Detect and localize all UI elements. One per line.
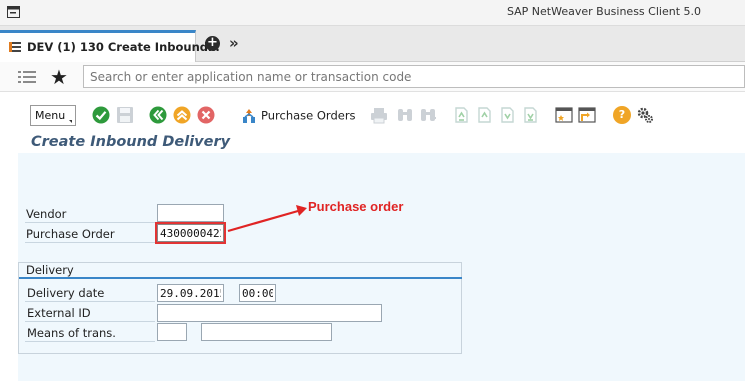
vendor-label: Vendor xyxy=(26,207,67,221)
vendor-label-underline xyxy=(25,222,155,223)
tab-label: DEV (1) 130 Create Inbound… xyxy=(27,40,220,54)
print-icon[interactable] xyxy=(370,106,388,124)
annotation-arrow-icon xyxy=(227,205,307,233)
exit-icon[interactable] xyxy=(173,106,191,124)
purchase-order-label: Purchase Order xyxy=(26,227,115,241)
menu-list-icon[interactable] xyxy=(18,70,36,84)
menu-button-label: Menu xyxy=(35,109,66,122)
means-of-transport-label: Means of trans. xyxy=(27,326,116,340)
shortcut-icon[interactable] xyxy=(578,106,596,124)
previous-page-icon[interactable] xyxy=(475,106,493,124)
means-of-transport-label-underline xyxy=(25,341,155,342)
more-tabs-icon[interactable]: » xyxy=(229,34,239,52)
delivery-group-title: Delivery xyxy=(26,263,74,277)
means-of-transport-id-field[interactable] xyxy=(201,323,332,341)
search-row: ★ xyxy=(0,62,745,92)
last-page-icon[interactable] xyxy=(521,106,539,124)
delivery-date-label: Delivery date xyxy=(27,286,105,300)
menu-button[interactable]: Menu xyxy=(30,105,76,126)
delivery-date-field[interactable] xyxy=(157,284,224,302)
cancel-icon[interactable] xyxy=(197,106,215,124)
help-icon[interactable]: ? xyxy=(613,106,631,124)
tab-create-inbound-delivery[interactable]: DEV (1) 130 Create Inbound… xyxy=(0,30,220,62)
external-id-label-underline xyxy=(25,321,155,322)
toolbar: Menu Purchase Orders ? xyxy=(0,92,745,134)
app-title: SAP NetWeaver Business Client 5.0 xyxy=(506,5,701,18)
first-page-icon[interactable] xyxy=(452,106,470,124)
purchase-orders-button[interactable]: Purchase Orders xyxy=(241,108,356,124)
purchase-orders-label: Purchase Orders xyxy=(261,108,356,123)
purchase-orders-icon xyxy=(243,109,255,123)
purchase-order-field[interactable] xyxy=(155,222,226,244)
check-icon[interactable] xyxy=(92,106,110,124)
purchase-order-label-underline xyxy=(25,242,155,243)
settings-icon[interactable] xyxy=(636,106,654,124)
list-icon xyxy=(9,42,21,52)
favorites-star-icon[interactable]: ★ xyxy=(50,65,68,89)
find-next-icon[interactable] xyxy=(419,106,437,124)
new-tab-icon[interactable]: + xyxy=(205,36,220,51)
back-icon[interactable] xyxy=(149,106,167,124)
search-input[interactable] xyxy=(83,65,745,88)
delivery-date-label-underline xyxy=(25,301,155,302)
delivery-time-field[interactable] xyxy=(239,284,276,302)
save-icon[interactable] xyxy=(116,106,134,124)
next-page-icon[interactable] xyxy=(498,106,516,124)
external-id-field[interactable] xyxy=(157,304,382,322)
system-menu-icon[interactable] xyxy=(7,6,20,18)
find-icon[interactable] xyxy=(396,106,414,124)
annotation-label: Purchase order xyxy=(308,199,404,214)
external-id-label: External ID xyxy=(27,306,91,320)
caret-icon xyxy=(69,120,72,123)
tab-bar: DEV (1) 130 Create Inbound… + » xyxy=(0,26,745,62)
vendor-field[interactable] xyxy=(157,204,224,222)
new-session-icon[interactable] xyxy=(555,106,573,124)
means-of-transport-type-field[interactable] xyxy=(157,323,187,341)
title-bar: SAP NetWeaver Business Client 5.0 xyxy=(0,0,745,26)
page-title: Create Inbound Delivery xyxy=(31,134,231,150)
delivery-group-divider xyxy=(19,277,462,279)
